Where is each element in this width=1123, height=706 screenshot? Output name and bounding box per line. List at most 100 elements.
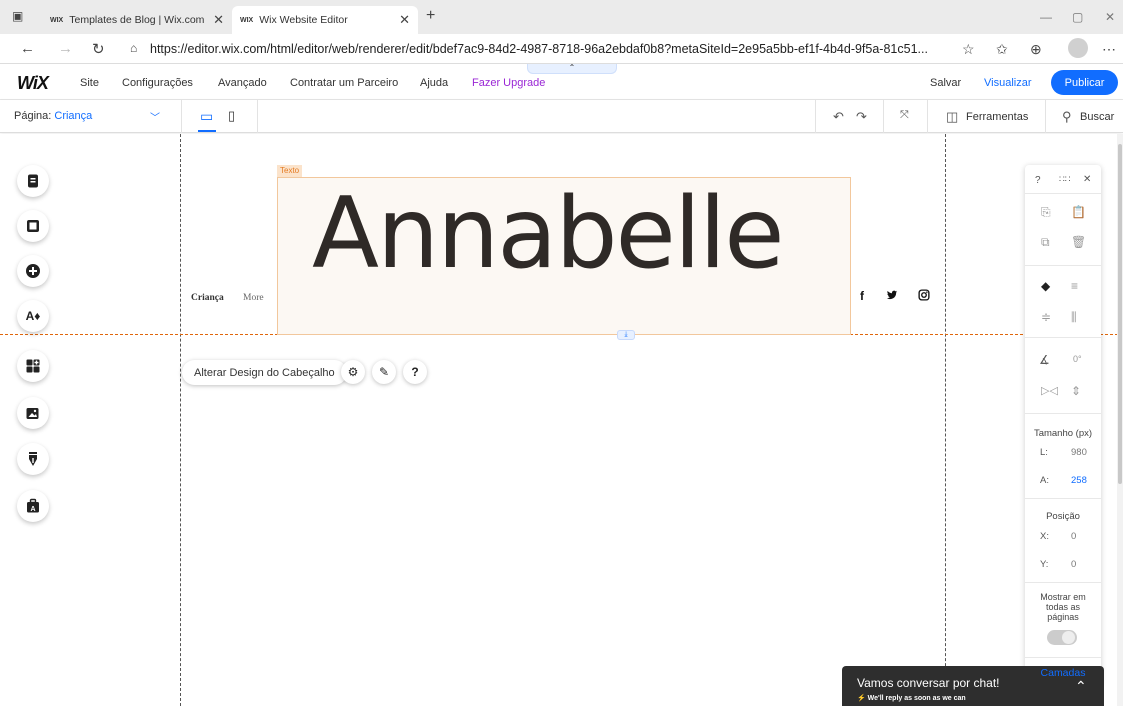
pages-menu-icon[interactable] (17, 165, 49, 197)
tools-button[interactable]: Ferramentas (966, 111, 1028, 123)
page-selector[interactable]: Página: Criança (14, 110, 92, 122)
divider (1025, 265, 1101, 266)
position-label: Posição (1046, 511, 1080, 522)
new-tab-icon[interactable]: + (426, 7, 435, 25)
wix-logo[interactable]: WiX (17, 73, 49, 94)
sidebar-icon[interactable]: ▣ (12, 9, 23, 23)
forward-icon[interactable]: → (58, 40, 73, 57)
arrange-icon[interactable]: ◆ (1041, 279, 1050, 293)
profile-avatar[interactable] (1068, 38, 1088, 58)
flip-vertical-icon[interactable]: ⇕ (1071, 384, 1081, 398)
nav-item-more[interactable]: More (243, 293, 264, 303)
x-value[interactable]: 0 (1071, 531, 1076, 542)
rotate-icon[interactable]: ∡ (1039, 353, 1050, 367)
paste-icon[interactable]: 📋 (1071, 205, 1086, 219)
close-icon[interactable]: ✕ (1083, 174, 1091, 185)
instagram-icon[interactable] (918, 289, 930, 304)
editor-toolbar: Página: Criança ﹀ ▭ ▯ ↶ ↷ ⤧ ◫ Ferramenta… (0, 100, 1123, 133)
read-aloud-icon[interactable]: ☆ (962, 41, 975, 58)
copy-icon[interactable]: ⎘ (1041, 205, 1051, 220)
reload-icon[interactable]: ↻ (92, 40, 105, 58)
delete-icon[interactable]: 🗑 (1071, 235, 1086, 249)
header-resize-handle[interactable]: ⤓ (617, 330, 635, 340)
menu-help[interactable]: Ajuda (420, 77, 448, 89)
duplicate-icon[interactable]: ⧉ (1041, 235, 1050, 250)
height-value[interactable]: 258 (1071, 475, 1087, 486)
collections-icon[interactable]: ⊕ (1030, 41, 1042, 58)
match-size-icon[interactable]: ⫼ (1071, 310, 1077, 325)
minimize-icon[interactable]: — (1040, 10, 1052, 24)
undo-icon[interactable]: ↶ (833, 109, 844, 125)
show-all-pages-label: Mostrar em todas as páginas (1040, 592, 1086, 622)
background-icon[interactable] (17, 210, 49, 242)
site-title[interactable]: Annabelle (312, 185, 785, 283)
height-key: A: (1040, 475, 1049, 486)
more-icon[interactable]: ⋯ (1102, 41, 1116, 58)
menu-site[interactable]: Site (80, 77, 99, 89)
url-field[interactable]: https://editor.wix.com/html/editor/web/r… (150, 42, 928, 56)
theme-manager-icon[interactable]: A♦ (17, 300, 49, 332)
y-key: Y: (1040, 559, 1049, 570)
collapse-bar-toggle[interactable]: ⌃ (527, 64, 617, 74)
rotation-value[interactable]: 0° (1073, 354, 1082, 364)
restore-icon[interactable]: ▢ (1072, 10, 1083, 24)
wix-favicon-icon: WIX (240, 16, 254, 24)
zoom-out-icon[interactable]: ⤧ (900, 109, 909, 122)
tab-templates[interactable]: WIX Templates de Blog | Wix.com ✕ (42, 6, 232, 34)
size-label: Tamanho (px) (1033, 428, 1093, 439)
menu-settings[interactable]: Configurações (122, 77, 193, 89)
blog-icon[interactable] (17, 443, 49, 475)
tab-wix-editor[interactable]: WIX Wix Website Editor ✕ (232, 6, 418, 34)
chat-close-icon[interactable]: ⌃ (1075, 678, 1087, 695)
page-name: Criança (54, 110, 93, 122)
facebook-icon[interactable]: f (860, 289, 864, 303)
add-apps-icon[interactable] (17, 350, 49, 382)
distribute-icon[interactable]: ≑ (1041, 310, 1051, 324)
media-icon[interactable] (17, 397, 49, 429)
y-value[interactable]: 0 (1071, 559, 1076, 570)
flip-horizontal-icon[interactable]: ▷◁ (1041, 384, 1058, 397)
mobile-view-icon[interactable]: ▯ (228, 108, 235, 124)
twitter-icon[interactable] (886, 289, 898, 304)
tools-icon[interactable]: ◫ (946, 109, 958, 125)
chevron-down-icon[interactable]: ﹀ (150, 109, 160, 124)
search-button[interactable]: Buscar (1080, 111, 1114, 123)
tab-title: Templates de Blog | Wix.com (69, 14, 205, 26)
desktop-view-icon[interactable]: ▭ (200, 108, 213, 125)
preview-button[interactable]: Visualizar (984, 77, 1032, 89)
business-icon[interactable]: A (17, 490, 49, 522)
save-button[interactable]: Salvar (930, 77, 961, 89)
toggle-knob (1062, 631, 1075, 644)
align-icon[interactable]: ≡ (1071, 279, 1078, 293)
back-icon[interactable]: ← (20, 40, 35, 57)
tab-close-icon[interactable]: ✕ (399, 12, 410, 28)
nav-item-crianca[interactable]: Criança (191, 293, 224, 303)
left-gridline (180, 134, 181, 706)
design-brush-icon[interactable]: ✎ (372, 360, 396, 384)
scrollbar-thumb[interactable] (1118, 144, 1122, 484)
menu-advanced[interactable]: Avançado (218, 77, 267, 89)
upgrade-link[interactable]: Fazer Upgrade (472, 77, 545, 89)
right-gridline (945, 134, 946, 706)
chat-subtitle: ⚡ We'll reply as soon as we can (857, 695, 966, 702)
search-icon[interactable]: ⚲ (1062, 109, 1072, 125)
divider (927, 100, 928, 133)
help-icon[interactable]: ? (1035, 175, 1041, 186)
divider (1025, 582, 1101, 583)
show-all-pages-toggle[interactable] (1047, 630, 1077, 645)
change-header-design-button[interactable]: Alterar Design do Cabeçalho (182, 360, 347, 385)
redo-icon[interactable]: ↷ (856, 109, 867, 125)
add-element-icon[interactable] (17, 255, 49, 287)
canvas-scrollbar[interactable] (1117, 134, 1123, 706)
menu-hire-partner[interactable]: Contratar um Parceiro (290, 77, 398, 89)
lock-icon: ⌂ (130, 41, 138, 55)
tab-close-icon[interactable]: ✕ (213, 12, 224, 28)
favorites-icon[interactable]: ✩ (996, 41, 1008, 58)
drag-handle-icon[interactable]: ∷∷ (1059, 174, 1070, 185)
layers-button[interactable]: Camadas (1025, 667, 1101, 679)
publish-button[interactable]: Publicar (1051, 70, 1118, 95)
gear-icon[interactable]: ⚙ (341, 360, 365, 384)
close-icon[interactable]: ✕ (1105, 10, 1115, 24)
help-icon[interactable]: ? (403, 360, 427, 384)
width-value[interactable]: 980 (1071, 447, 1087, 458)
